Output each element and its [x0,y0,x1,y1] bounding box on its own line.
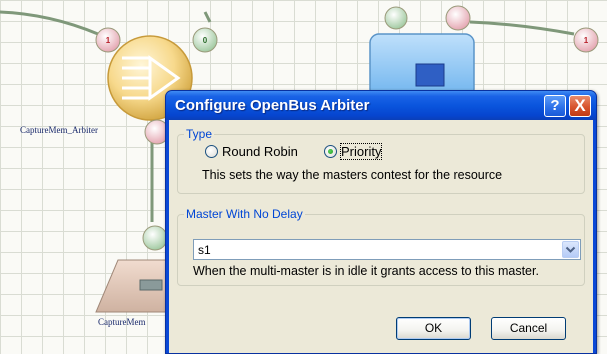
priority-label[interactable]: Priority [339,143,383,160]
dropdown-button[interactable] [562,241,579,258]
type-group-legend: Type [184,127,215,141]
pin-green-mem-in[interactable] [142,225,168,251]
pin-0-top[interactable]: 0 [192,27,218,53]
type-group: Type [177,127,585,194]
svg-text:1: 1 [584,36,589,45]
pin-pink-top[interactable] [445,5,471,31]
close-icon: X [574,96,586,115]
master-description: When the multi-master is in idle it gran… [193,264,539,278]
chevron-down-icon [565,246,576,253]
cancel-button[interactable]: Cancel [491,317,566,340]
dialog-title: Configure OpenBus Arbiter [175,97,370,114]
master-group-legend: Master With No Delay [184,207,305,221]
pin-1-left[interactable]: 1 [95,27,121,53]
pin-1-right[interactable]: 1 [573,27,599,53]
help-button[interactable]: ? [544,95,566,117]
pin-green-top[interactable] [384,6,408,30]
ok-button[interactable]: OK [396,317,471,340]
dialog-body: Type Round Robin Priority This sets the … [169,120,593,353]
master-select[interactable]: s1 [193,239,581,260]
capture-mem-label: CaptureMem [98,317,146,327]
svg-text:0: 0 [203,36,208,45]
svg-text:1: 1 [106,36,111,45]
type-description: This sets the way the masters contest fo… [202,168,503,182]
master-select-value: s1 [198,243,211,257]
dialog-title-bar[interactable]: Configure OpenBus Arbiter ? X [166,91,596,120]
arbiter-label: CaptureMem_Arbiter [20,125,98,135]
close-button[interactable]: X [569,95,591,117]
help-icon: ? [550,97,560,114]
configure-arbiter-dialog: Configure OpenBus Arbiter ? X Type Round… [165,90,597,354]
master-component[interactable] [369,33,475,99]
priority-radio[interactable] [324,145,337,158]
round-robin-label[interactable]: Round Robin [222,144,298,159]
memory-chip-icon [139,279,163,291]
round-robin-radio[interactable] [205,145,218,158]
